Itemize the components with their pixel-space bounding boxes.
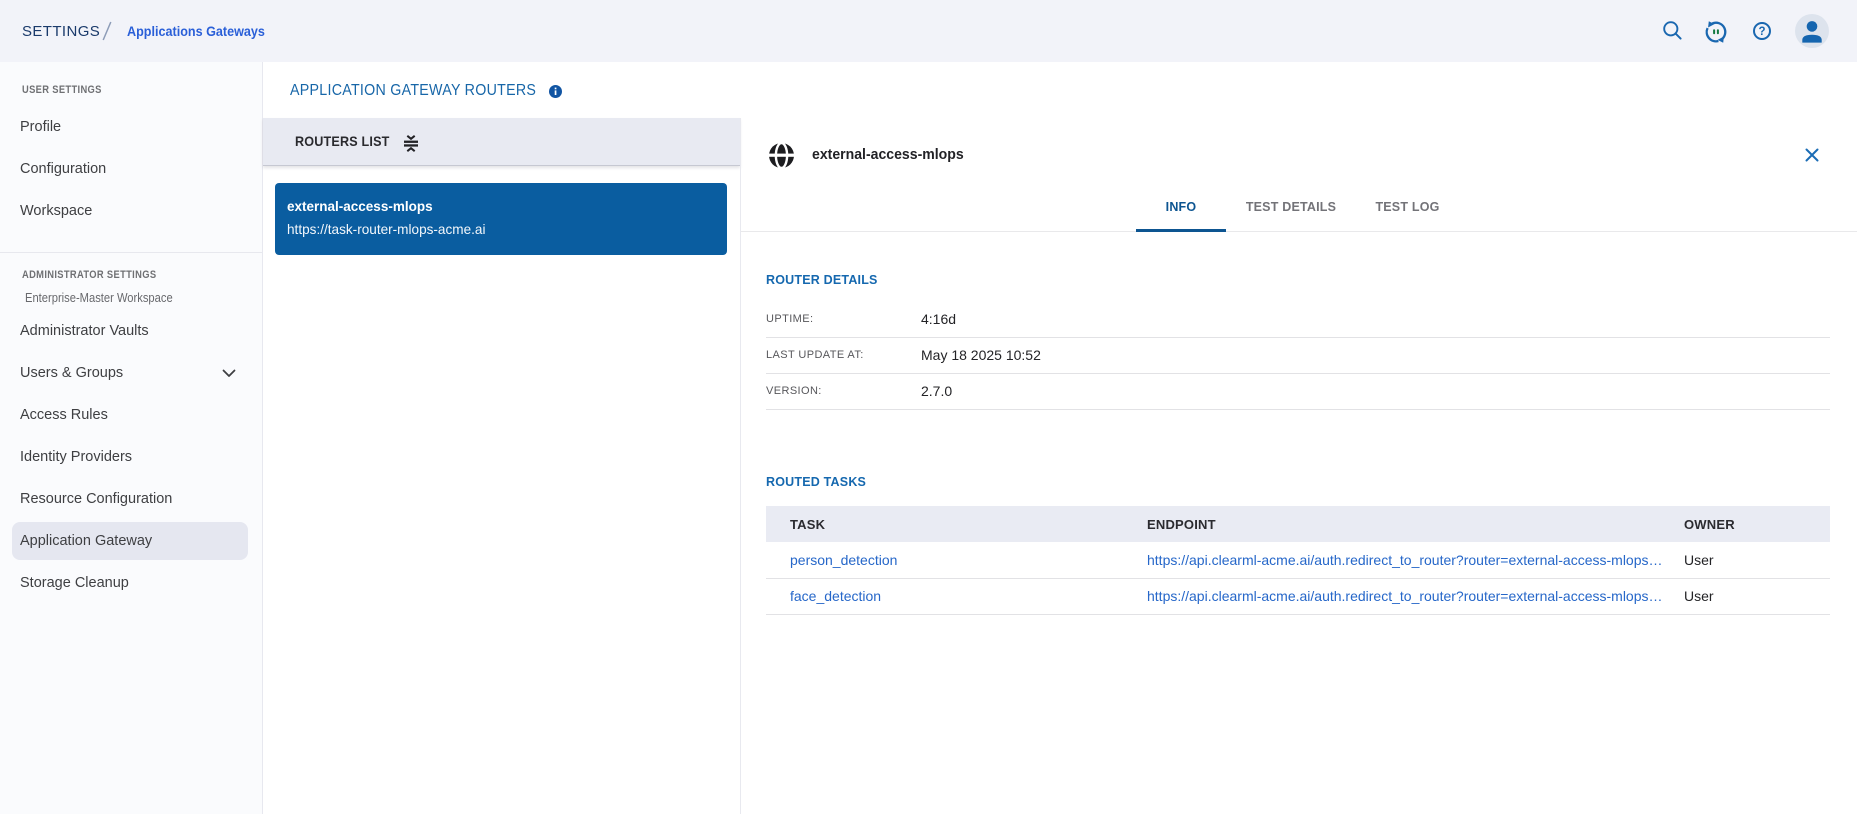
svg-text:?: ? <box>1758 26 1765 38</box>
